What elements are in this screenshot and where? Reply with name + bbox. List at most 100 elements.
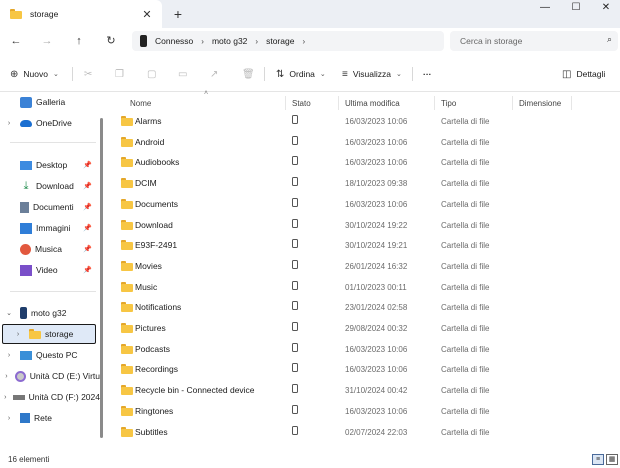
breadcrumb-storage[interactable]: storage xyxy=(266,36,294,46)
table-row[interactable]: Documents 16/03/2023 10:06 Cartella di fil… xyxy=(108,194,620,214)
table-row[interactable]: Subtitles 02/07/2024 22:03 Cartella di fil… xyxy=(108,422,620,442)
file-modified: 16/03/2023 10:06 xyxy=(345,158,408,168)
sidebar-item-questo-pc[interactable]: › Questo PC xyxy=(0,345,100,365)
back-button[interactable]: ← xyxy=(7,32,25,50)
cut-button[interactable]: ✂ xyxy=(84,65,92,83)
table-row[interactable]: Download 30/10/2024 19:22 Cartella di file xyxy=(108,215,620,235)
sidebar-item-desktop[interactable]: Desktop 📌 xyxy=(0,155,100,175)
column-header-type[interactable]: Tipo xyxy=(441,96,456,112)
forward-button[interactable]: → xyxy=(38,32,56,50)
sidebar-item-download[interactable]: ⤓ Download 📌 xyxy=(0,176,100,196)
table-row[interactable]: Pictures 29/08/2024 00:32 Cartella di file xyxy=(108,318,620,338)
column-divider[interactable] xyxy=(434,96,435,110)
chevron-right-icon[interactable]: › xyxy=(4,394,7,401)
tiles-view-button[interactable]: ▦ xyxy=(606,454,618,465)
table-row[interactable]: Alarms 16/03/2023 10:06 Cartella di file xyxy=(108,111,620,131)
rename-button[interactable]: ▭ xyxy=(178,65,187,83)
chevron-right-icon[interactable]: › xyxy=(4,352,14,359)
pin-icon[interactable]: 📌 xyxy=(83,203,92,211)
breadcrumb-connesso[interactable]: Connesso xyxy=(155,36,193,46)
sidebar-item-cd-e[interactable]: › Unità CD (E:) Virtu xyxy=(0,366,100,386)
device-status-icon xyxy=(292,259,298,269)
chevron-right-icon[interactable]: › xyxy=(4,120,14,127)
column-divider[interactable] xyxy=(512,96,513,110)
sidebar-item-label: Documenti xyxy=(33,202,74,212)
file-modified: 26/01/2024 16:32 xyxy=(345,261,408,271)
device-status-icon xyxy=(292,342,298,352)
breadcrumb-moto-g32[interactable]: moto g32 xyxy=(212,36,247,46)
paste-button[interactable]: ▢ xyxy=(147,65,156,83)
details-button[interactable]: ◫ Dettagli xyxy=(562,65,605,83)
folder-icon xyxy=(121,178,133,189)
device-status-icon xyxy=(292,135,298,145)
pin-icon[interactable]: 📌 xyxy=(83,245,92,253)
minimize-button[interactable]: — xyxy=(530,0,560,18)
table-row[interactable]: Notifications 23/01/2024 02:58 Cartella di… xyxy=(108,297,620,317)
column-divider[interactable] xyxy=(338,96,339,110)
up-button[interactable]: ↑ xyxy=(70,32,88,50)
pin-icon[interactable]: 📌 xyxy=(83,224,92,232)
table-row[interactable]: Music 01/10/2023 00:11 Cartella di file xyxy=(108,277,620,297)
view-button[interactable]: ≡ Visualizza ⌄ xyxy=(342,65,402,83)
sidebar-item-label: moto g32 xyxy=(31,308,67,318)
chevron-right-icon[interactable]: › xyxy=(302,37,305,46)
sidebar-item-moto-g32[interactable]: ⌄ moto g32 xyxy=(0,303,100,323)
file-type: Cartella di file xyxy=(441,261,490,271)
new-button[interactable]: ⊕ Nuovo ⌄ xyxy=(10,65,59,83)
chevron-down-icon[interactable]: ⌄ xyxy=(4,309,14,317)
breadcrumb[interactable]: Connesso › moto g32 › storage › xyxy=(132,31,444,51)
chevron-right-icon[interactable]: › xyxy=(4,373,9,380)
table-row[interactable]: DCIM 18/10/2023 09:38 Cartella di file xyxy=(108,173,620,193)
chevron-right-icon[interactable]: › xyxy=(13,331,23,338)
sidebar-item-musica[interactable]: Musica 📌 xyxy=(0,239,100,259)
table-row[interactable]: Recordings 16/03/2023 10:06 Cartella di fi… xyxy=(108,359,620,379)
column-header-status[interactable]: Stato xyxy=(292,96,311,112)
sidebar-item-storage[interactable]: › storage xyxy=(2,324,96,344)
column-divider[interactable] xyxy=(571,96,572,110)
column-header-size[interactable]: Dimensione xyxy=(519,96,561,112)
chevron-right-icon[interactable]: › xyxy=(201,37,204,46)
maximize-button[interactable]: ☐ xyxy=(561,0,591,18)
share-button[interactable]: ↗ xyxy=(210,65,218,83)
close-tab-button[interactable]: ✕ xyxy=(138,8,156,21)
more-button[interactable]: ··· xyxy=(423,65,432,83)
refresh-button[interactable]: ↻ xyxy=(102,32,120,50)
device-status-icon xyxy=(292,425,298,435)
sidebar-item-cd-f[interactable]: › Unità CD (F:) 2024 xyxy=(0,387,100,407)
pin-icon[interactable]: 📌 xyxy=(83,266,92,274)
table-row[interactable]: Audiobooks 16/03/2023 10:06 Cartella di fi… xyxy=(108,152,620,172)
copy-button[interactable]: ❐ xyxy=(115,65,124,83)
sidebar-scrollbar[interactable] xyxy=(100,118,103,438)
table-row[interactable]: Recycle bin - Connected device 31/10/2024… xyxy=(108,380,620,400)
table-row[interactable]: Movies 26/01/2024 16:32 Cartella di file xyxy=(108,256,620,276)
pin-icon[interactable]: 📌 xyxy=(83,182,92,190)
tab-storage[interactable]: storage ✕ xyxy=(0,0,162,28)
table-row[interactable]: Ringtones 16/03/2023 10:06 Cartella di fil… xyxy=(108,401,620,421)
details-view-button[interactable]: ≡ xyxy=(592,454,604,465)
file-type: Cartella di file xyxy=(441,137,490,147)
sidebar-item-video[interactable]: Video 📌 xyxy=(0,260,100,280)
sidebar-item-onedrive[interactable]: › OneDrive xyxy=(0,113,100,133)
sidebar-item-label: Musica xyxy=(35,244,62,254)
table-row[interactable]: Android 16/03/2023 10:06 Cartella di file xyxy=(108,132,620,152)
table-row[interactable]: Podcasts 16/03/2023 10:06 Cartella di file xyxy=(108,339,620,359)
chevron-right-icon[interactable]: › xyxy=(255,37,258,46)
sidebar-item-immagini[interactable]: Immagini 📌 xyxy=(0,218,100,238)
column-divider[interactable] xyxy=(285,96,286,110)
search-input[interactable]: Cerca in storage ⌕ xyxy=(450,31,618,51)
sidebar-item-documenti[interactable]: Documenti 📌 xyxy=(0,197,100,217)
column-header-modified[interactable]: Ultima modifica xyxy=(345,96,400,112)
close-window-button[interactable]: ✕ xyxy=(591,0,620,18)
folder-icon xyxy=(121,116,133,126)
file-name: Movies xyxy=(135,260,162,271)
sidebar-item-rete[interactable]: › Rete xyxy=(0,408,100,428)
table-row[interactable]: E93F-2491 30/10/2024 19:21 Cartella di fil… xyxy=(108,235,620,255)
sidebar-item-galleria[interactable]: Galleria xyxy=(0,92,100,112)
new-tab-button[interactable]: + xyxy=(170,6,186,22)
delete-button[interactable]: 🗑 xyxy=(242,65,255,83)
column-header-name[interactable]: Nome xyxy=(130,96,151,112)
sort-button[interactable]: ⇅ Ordina ⌄ xyxy=(276,65,326,83)
folder-icon xyxy=(121,343,133,354)
pin-icon[interactable]: 📌 xyxy=(83,161,92,169)
chevron-right-icon[interactable]: › xyxy=(4,415,14,422)
